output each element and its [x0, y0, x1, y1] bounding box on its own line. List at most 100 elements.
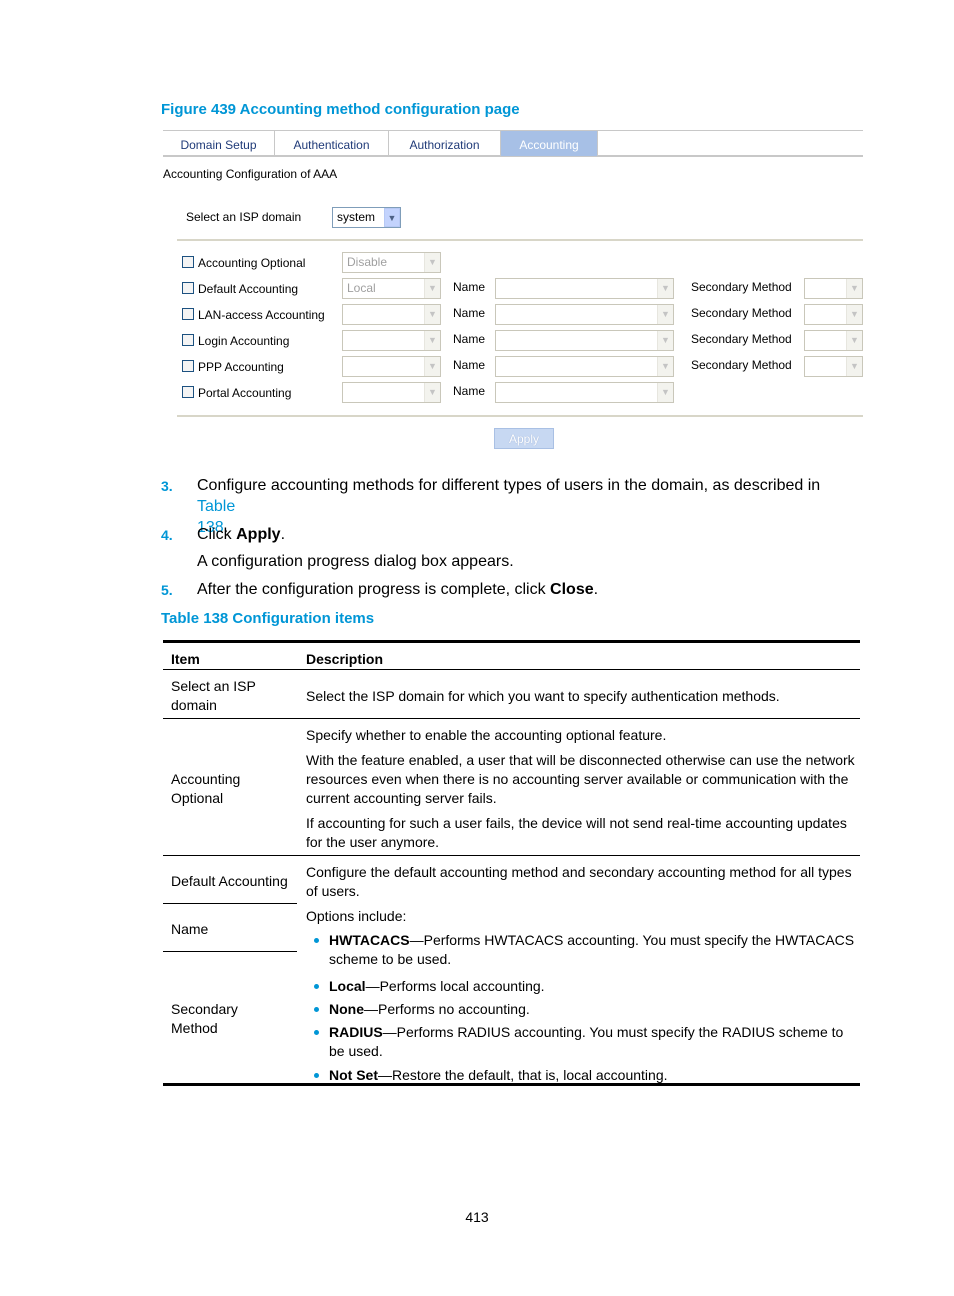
secondary-method-select[interactable]: ▼ [804, 356, 863, 377]
row-label: LAN-access Accounting [198, 308, 325, 322]
section-title: Accounting Configuration of AAA [163, 167, 338, 181]
divider [177, 239, 863, 241]
secondary-method-label: Secondary Method [691, 358, 792, 372]
divider [163, 718, 860, 719]
method-select[interactable]: Disable ▼ [342, 252, 441, 273]
tab-authorization[interactable]: Authorization [389, 131, 501, 156]
method-value: Disable [347, 255, 388, 269]
options-intro: Options include: [306, 908, 407, 924]
table-caption: Table 138 Configuration items [161, 610, 375, 627]
figure-caption: Figure 439 Accounting method configurati… [161, 101, 520, 118]
tab-bar: Domain Setup Authentication Authorizatio… [163, 130, 863, 157]
isp-domain-value: system [337, 210, 376, 224]
chevron-down-icon: ▼ [657, 357, 673, 376]
table-row-desc: Specify whether to enable the accounting… [306, 727, 855, 850]
secondary-method-label: Secondary Method [691, 332, 792, 346]
tab-domain-setup[interactable]: Domain Setup [163, 131, 275, 156]
checkbox[interactable] [182, 256, 194, 268]
chevron-down-icon: ▼ [424, 279, 440, 298]
chevron-down-icon: ▼ [424, 253, 440, 272]
name-select[interactable]: ▼ [495, 304, 674, 325]
secondary-method-select[interactable]: ▼ [804, 330, 863, 351]
chevron-down-icon: ▼ [846, 279, 862, 298]
chevron-down-icon: ▼ [424, 383, 440, 402]
table-138-link[interactable]: Table [197, 498, 235, 515]
option-item: HWTACACS—Performs HWTACACS accounting. Y… [306, 931, 856, 969]
chevron-down-icon: ▼ [384, 208, 400, 227]
method-select[interactable]: Local ▼ [342, 278, 441, 299]
table-row-item: Accounting Optional [171, 771, 241, 806]
table-row-desc: Select the ISP domain for which you want… [306, 688, 780, 704]
chevron-down-icon: ▼ [657, 305, 673, 324]
method-value: Local [347, 281, 376, 295]
chevron-down-icon: ▼ [657, 383, 673, 402]
checkbox[interactable] [182, 386, 194, 398]
name-label: Name [453, 384, 486, 398]
secondary-method-select[interactable]: ▼ [804, 304, 863, 325]
tab-accounting[interactable]: Accounting [501, 131, 598, 156]
checkbox[interactable] [182, 334, 194, 346]
name-label: Name [453, 358, 486, 372]
isp-domain-label: Select an ISP domain [186, 210, 302, 224]
secondary-method-label: Secondary Method [691, 306, 792, 320]
chevron-down-icon: ▼ [846, 305, 862, 324]
step-text: After the configuration progress is comp… [197, 581, 599, 598]
apply-button[interactable]: Apply [494, 428, 554, 449]
step-number: 4. [161, 527, 173, 543]
option-item: RADIUS—Performs RADIUS accounting. You m… [306, 1023, 856, 1061]
name-label: Name [453, 332, 486, 346]
step-text: Click Apply. [197, 526, 286, 543]
table-bottom-rule [163, 1083, 860, 1086]
table-top-rule [163, 640, 860, 643]
chevron-down-icon: ▼ [424, 305, 440, 324]
chevron-down-icon: ▼ [424, 331, 440, 350]
header-item: Item [171, 651, 200, 667]
name-select[interactable]: ▼ [495, 330, 674, 351]
row-label: Login Accounting [198, 334, 290, 348]
page-number: 413 [465, 1209, 489, 1225]
chevron-down-icon: ▼ [657, 279, 673, 298]
name-select[interactable]: ▼ [495, 278, 674, 299]
checkbox[interactable] [182, 308, 194, 320]
bullet-icon [314, 1007, 319, 1012]
bullet-icon [314, 1030, 319, 1035]
name-label: Name [453, 280, 486, 294]
checkbox[interactable] [182, 360, 194, 372]
chevron-down-icon: ▼ [657, 331, 673, 350]
step-text: Configure accounting methods for differe… [197, 477, 821, 536]
name-select[interactable]: ▼ [495, 356, 674, 377]
bullet-icon [314, 938, 319, 943]
divider [163, 903, 297, 904]
table-row-item: Default Accounting [171, 873, 288, 889]
name-select[interactable]: ▼ [495, 382, 674, 403]
divider [163, 855, 860, 856]
checkbox[interactable] [182, 282, 194, 294]
divider [163, 951, 297, 952]
header-description: Description [306, 651, 384, 667]
step-number: 5. [161, 582, 173, 598]
divider [177, 415, 863, 417]
method-select[interactable]: ▼ [342, 356, 441, 377]
bullet-icon [314, 984, 319, 989]
secondary-method-select[interactable]: ▼ [804, 278, 863, 299]
isp-domain-select[interactable]: system ▼ [332, 207, 401, 228]
step-number: 3. [161, 478, 173, 494]
secondary-method-label: Secondary Method [691, 280, 792, 294]
name-label: Name [453, 306, 486, 320]
table-row-item: Name [171, 921, 209, 937]
row-label: Portal Accounting [198, 386, 292, 400]
row-label: Default Accounting [198, 282, 299, 296]
chevron-down-icon: ▼ [846, 331, 862, 350]
table-row-item: Secondary Method [171, 1001, 238, 1036]
chevron-down-icon: ▼ [424, 357, 440, 376]
tab-authentication[interactable]: Authentication [275, 131, 389, 156]
table-row-item: Select an ISP domain [171, 678, 256, 713]
row-label: Accounting Optional [198, 256, 306, 270]
method-select[interactable]: ▼ [342, 304, 441, 325]
bullet-icon [314, 1073, 319, 1078]
method-select[interactable]: ▼ [342, 330, 441, 351]
row-label: PPP Accounting [198, 360, 284, 374]
chevron-down-icon: ▼ [846, 357, 862, 376]
method-select[interactable]: ▼ [342, 382, 441, 403]
divider [163, 669, 860, 670]
